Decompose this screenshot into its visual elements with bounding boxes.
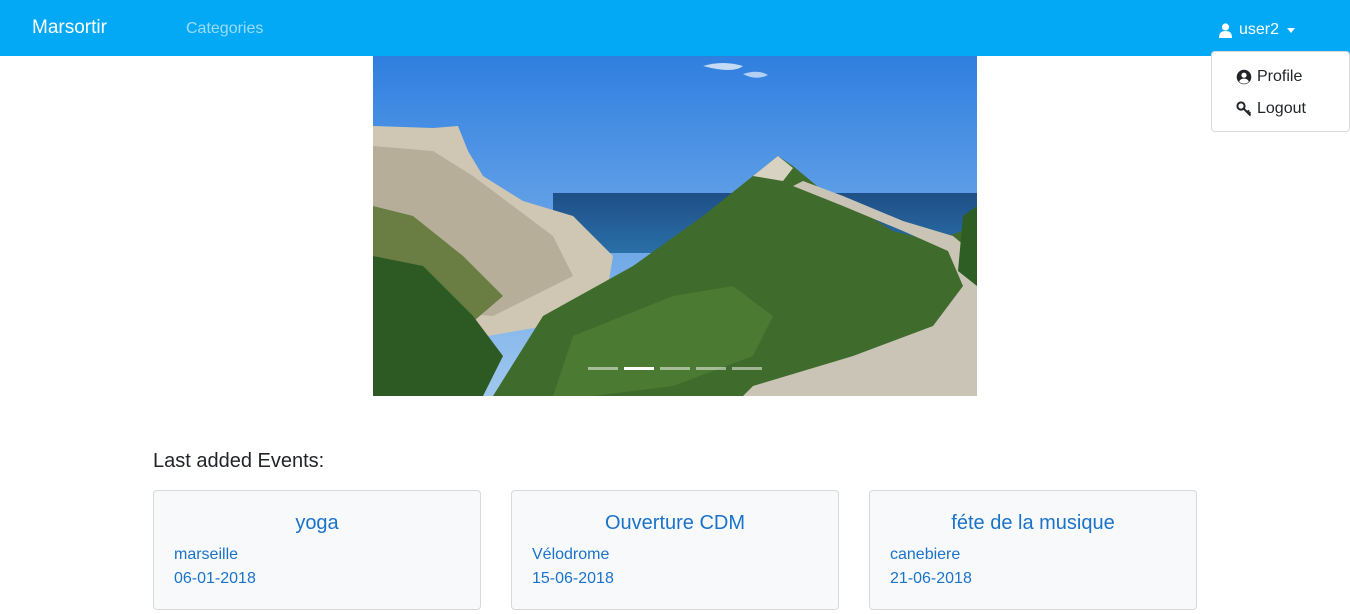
carousel-indicator[interactable] (588, 367, 618, 370)
event-place: marseille (174, 546, 239, 563)
menu-item-profile[interactable]: Profile (1236, 66, 1302, 88)
user-circle-icon (1236, 69, 1252, 85)
user-dropdown-menu: Profile Logout (1211, 51, 1350, 132)
event-title[interactable]: yoga (154, 512, 480, 535)
carousel-indicator[interactable] (732, 367, 762, 370)
image-carousel[interactable] (373, 56, 977, 396)
menu-item-logout[interactable]: Logout (1236, 98, 1306, 120)
user-icon (1219, 22, 1232, 38)
event-date: 15-06-2018 (532, 570, 614, 587)
brand-link[interactable]: Marsortir (32, 17, 107, 39)
event-card[interactable]: Ouverture CDM Vélodrome 15-06-2018 (511, 490, 839, 610)
user-name: user2 (1239, 21, 1280, 38)
event-card[interactable]: yoga marseille 06-01-2018 (153, 490, 481, 610)
event-place: Vélodrome (532, 546, 610, 563)
carousel-indicator-active[interactable] (624, 367, 654, 370)
menu-item-label: Profile (1257, 68, 1303, 85)
menu-item-label: Logout (1257, 100, 1306, 117)
landscape-photo (373, 56, 977, 396)
event-date: 06-01-2018 (174, 570, 256, 587)
events-heading: Last added Events: (153, 450, 325, 472)
key-icon (1236, 101, 1252, 117)
caret-down-icon (1287, 28, 1296, 33)
event-card[interactable]: féte de la musique canebiere 21-06-2018 (869, 490, 1197, 610)
top-navbar: Marsortir Categories user2 (0, 0, 1350, 56)
carousel-indicator[interactable] (660, 367, 690, 370)
carousel-indicator[interactable] (696, 367, 726, 370)
event-place: canebiere (890, 546, 961, 563)
user-menu-toggle[interactable]: user2 (1219, 19, 1296, 41)
event-title[interactable]: féte de la musique (870, 512, 1196, 535)
event-title[interactable]: Ouverture CDM (512, 512, 838, 535)
nav-link-categories[interactable]: Categories (186, 20, 263, 38)
event-date: 21-06-2018 (890, 570, 972, 587)
carousel-indicators (588, 367, 768, 370)
